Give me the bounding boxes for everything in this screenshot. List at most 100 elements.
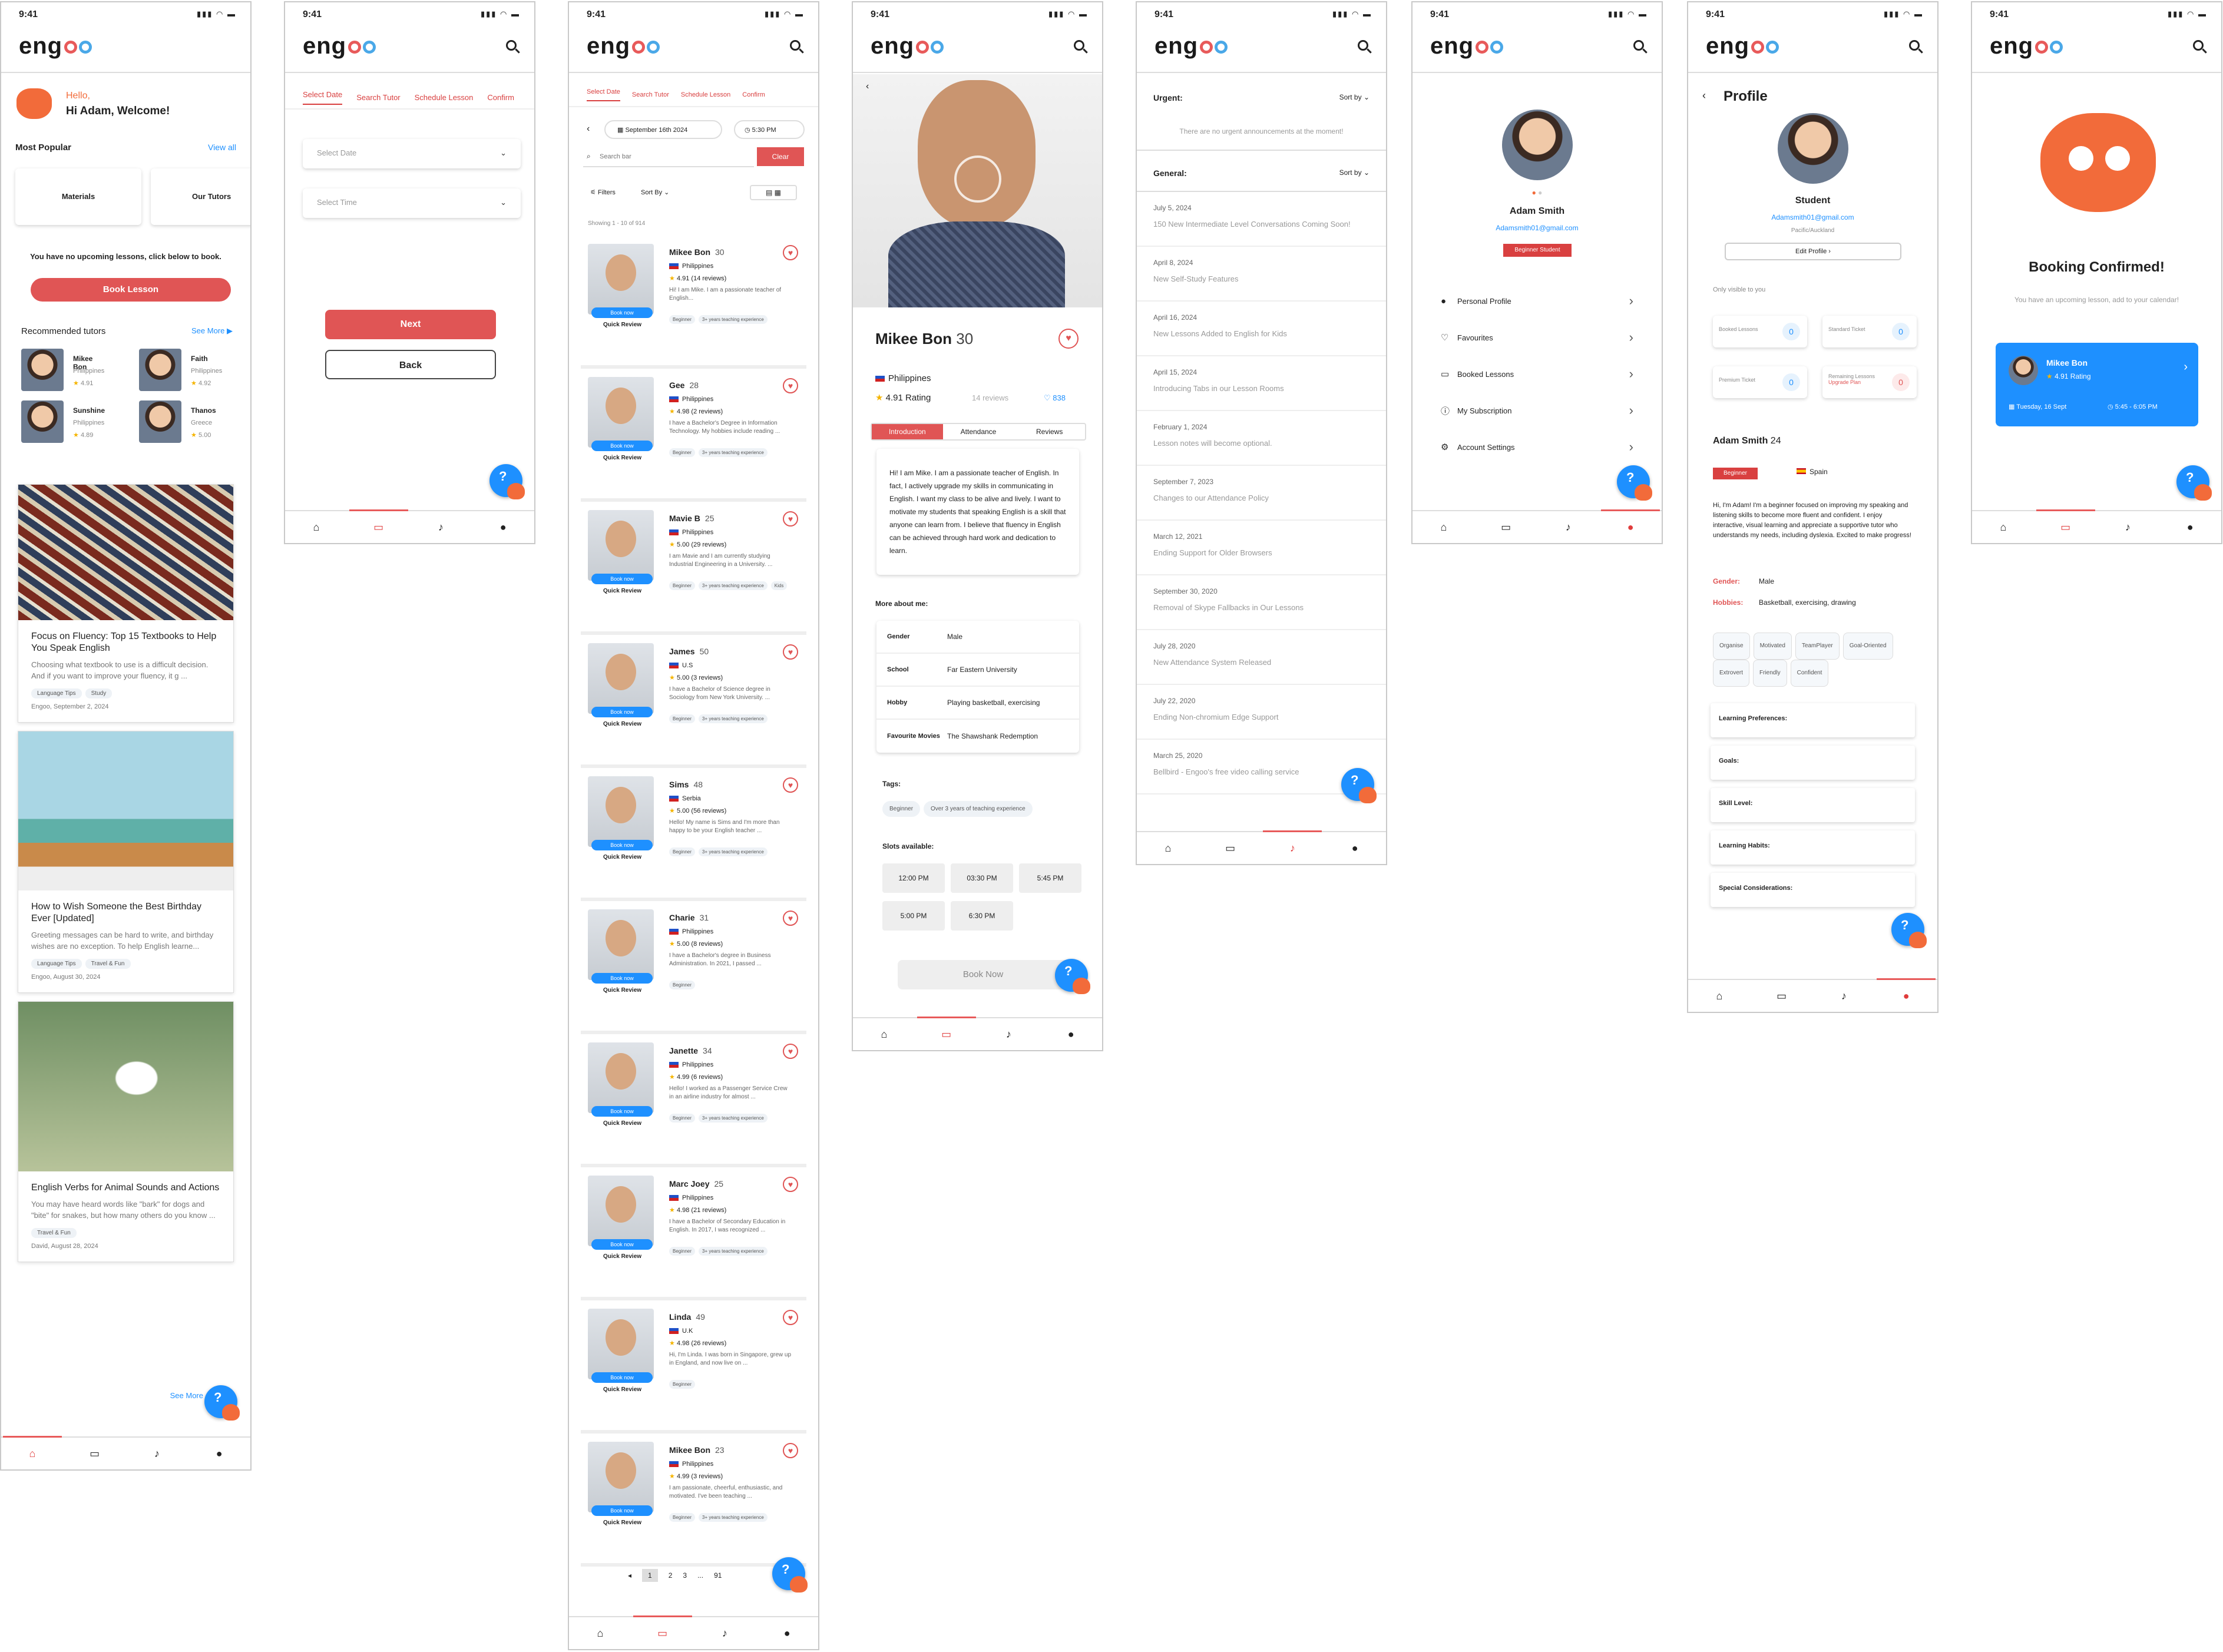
book-icon[interactable]: ▭ <box>349 509 408 534</box>
heart-icon[interactable]: ♥ <box>783 911 798 926</box>
book-icon[interactable]: ▭ <box>2036 509 2095 534</box>
user-icon[interactable]: ● <box>1056 1028 1086 1041</box>
menu-my-subscription[interactable]: ⓘ My Subscription <box>1441 392 1633 429</box>
goals-card[interactable]: Goals: <box>1711 746 1915 780</box>
quick-review-link[interactable]: Quick Review <box>603 1519 641 1526</box>
search-icon[interactable] <box>1909 40 1920 51</box>
recommended-tutor[interactable]: Sunshine Philippines ★ 4.89 <box>21 400 105 443</box>
search-icon[interactable] <box>790 40 800 51</box>
book-icon[interactable]: ▭ <box>633 1615 692 1640</box>
tab-confirm[interactable]: Confirm <box>742 91 765 98</box>
page-91[interactable]: 91 <box>714 1571 722 1580</box>
book-now-button[interactable]: Book now <box>591 441 653 451</box>
tutor-card[interactable]: Book now Quick Review Charie 31 Philippin… <box>581 901 806 1034</box>
skill-level-card[interactable]: Skill Level: <box>1711 788 1915 822</box>
menu-booked-lessons[interactable]: ▭ Booked Lessons <box>1441 356 1633 392</box>
book-icon[interactable]: ▭ <box>1216 842 1245 855</box>
next-button[interactable]: Next <box>325 310 496 339</box>
ticket-premium[interactable]: Premium Ticket 0 <box>1713 366 1807 398</box>
date-field[interactable]: ▦ September 16th 2024 <box>604 120 722 139</box>
engoo-logo[interactable]: eng <box>1154 33 1228 59</box>
tutor-card[interactable]: Book now Quick Review Marc Joey 25 Philip… <box>581 1167 806 1300</box>
urgent-sort[interactable]: Sort by ⌄ <box>1339 93 1369 101</box>
quick-review-link[interactable]: Quick Review <box>603 1120 641 1127</box>
search-input[interactable] <box>583 147 754 167</box>
back-icon[interactable]: ‹ <box>1702 90 1706 102</box>
bell-icon[interactable]: ♪ <box>2113 521 2142 534</box>
heart-icon[interactable]: ♥ <box>783 1443 798 1458</box>
engoo-logo[interactable]: eng <box>1990 33 2063 59</box>
quick-review-link[interactable]: Quick Review <box>603 1386 641 1393</box>
heart-icon[interactable]: ♥ <box>783 511 798 527</box>
tutor-card[interactable]: Book now Quick Review Gee 28 Philippines … <box>581 369 806 502</box>
general-sort[interactable]: Sort by ⌄ <box>1339 168 1369 177</box>
tutor-card[interactable]: Book now Quick Review Mavie B 25 Philippi… <box>581 502 806 635</box>
slot-button[interactable]: 5:00 PM <box>882 901 945 931</box>
announcement-item[interactable]: April 8, 2024 New Self-Study Features <box>1137 247 1386 302</box>
home-icon[interactable]: ⌂ <box>302 521 331 534</box>
book-now-button[interactable]: Book now <box>591 1239 653 1250</box>
page-1[interactable]: 1 <box>642 1569 658 1582</box>
home-icon[interactable]: ⌂ <box>585 1627 615 1640</box>
help-fab[interactable]: ? <box>1891 913 1927 948</box>
book-now-button[interactable]: Book now <box>591 574 653 584</box>
announcement-item[interactable]: March 12, 2021 Ending Support for Older B… <box>1137 521 1386 575</box>
tab-search-tutor[interactable]: Search Tutor <box>356 93 400 102</box>
sort-button[interactable]: Sort By ⌄ <box>641 188 669 196</box>
book-now-button[interactable]: Book now <box>591 307 653 318</box>
quick-review-link[interactable]: Quick Review <box>603 1253 641 1260</box>
view-all-link[interactable]: View all <box>208 143 236 152</box>
ticket-remaining[interactable]: Remaining Lessons Upgrade Plan 0 <box>1822 366 1917 398</box>
recommended-tutor[interactable]: Faith Philippines ★ 4.92 <box>139 349 222 391</box>
home-icon[interactable]: ⌂ <box>1429 521 1458 534</box>
home-icon[interactable]: ⌂ <box>1705 990 1734 1002</box>
announcement-item[interactable]: April 16, 2024 New Lessons Added to Engli… <box>1137 302 1386 356</box>
page-3[interactable]: 3 <box>683 1571 687 1580</box>
view-toggle[interactable]: ▤ ▦ <box>750 185 797 200</box>
book-icon[interactable]: ▭ <box>80 1448 110 1460</box>
slot-button[interactable]: 12:00 PM <box>882 863 945 893</box>
chevron-left-icon[interactable]: ‹ <box>587 124 590 134</box>
book-now-button[interactable]: Book now <box>591 1372 653 1383</box>
search-icon[interactable] <box>1358 40 1368 51</box>
announcement-item[interactable]: July 5, 2024 150 New Intermediate Level C… <box>1137 192 1386 247</box>
tab-confirm[interactable]: Confirm <box>487 93 514 102</box>
heart-icon[interactable]: ♥ <box>783 1310 798 1325</box>
announcement-item[interactable]: September 7, 2023 Changes to our Attendan… <box>1137 466 1386 521</box>
bell-icon[interactable]: ♪ <box>994 1028 1023 1041</box>
help-fab[interactable]: ? <box>772 1557 808 1593</box>
avatar[interactable] <box>1778 113 1848 184</box>
user-icon[interactable]: ● <box>772 1627 802 1640</box>
bell-icon[interactable]: ♪ <box>426 521 455 534</box>
tutor-card[interactable]: Book now Quick Review Linda 49 U.K ★ 4.98… <box>581 1300 806 1434</box>
time-field[interactable]: ◷ 5:30 PM <box>734 120 805 139</box>
user-icon[interactable]: ● <box>204 1448 234 1460</box>
engoo-logo[interactable]: eng <box>19 33 92 59</box>
menu-personal-profile[interactable]: ● Personal Profile <box>1441 283 1633 319</box>
book-icon[interactable]: ▭ <box>1767 990 1797 1002</box>
announcement-item[interactable]: April 15, 2024 Introducing Tabs in our Le… <box>1137 356 1386 411</box>
learning-preferences-card[interactable]: Learning Preferences: <box>1711 703 1915 737</box>
quick-review-link[interactable]: Quick Review <box>603 854 641 860</box>
tutor-reviews[interactable]: 14 reviews <box>972 393 1008 402</box>
menu-account-settings[interactable]: ⚙ Account Settings <box>1441 429 1633 465</box>
filters-button[interactable]: ⚟ Filters <box>590 188 616 196</box>
heart-icon[interactable]: ♥ <box>783 777 798 793</box>
book-now-button[interactable]: Book now <box>591 1106 653 1117</box>
slot-button[interactable]: 03:30 PM <box>951 863 1013 893</box>
help-fab[interactable]: ? <box>1617 465 1652 501</box>
search-icon[interactable] <box>1074 40 1084 51</box>
heart-icon[interactable]: ♥ <box>783 245 798 260</box>
recommended-tutor[interactable]: Thanos Greece ★ 5.00 <box>139 400 216 443</box>
book-now-button[interactable]: Book now <box>591 973 653 984</box>
prev-page-icon[interactable]: ◂ <box>628 1571 631 1580</box>
user-icon[interactable]: ● <box>1340 842 1369 855</box>
book-icon[interactable]: ▭ <box>917 1016 976 1041</box>
back-icon[interactable]: ‹ <box>866 81 869 92</box>
heart-icon[interactable]: ♥ <box>783 644 798 660</box>
book-now-button[interactable]: Book Now <box>898 960 1069 989</box>
quick-review-link[interactable]: Quick Review <box>603 322 641 328</box>
user-icon[interactable]: ● <box>488 521 518 534</box>
announcement-item[interactable]: February 1, 2024 Lesson notes will become… <box>1137 411 1386 466</box>
announcement-item[interactable]: September 30, 2020 Removal of Skype Fallb… <box>1137 575 1386 630</box>
